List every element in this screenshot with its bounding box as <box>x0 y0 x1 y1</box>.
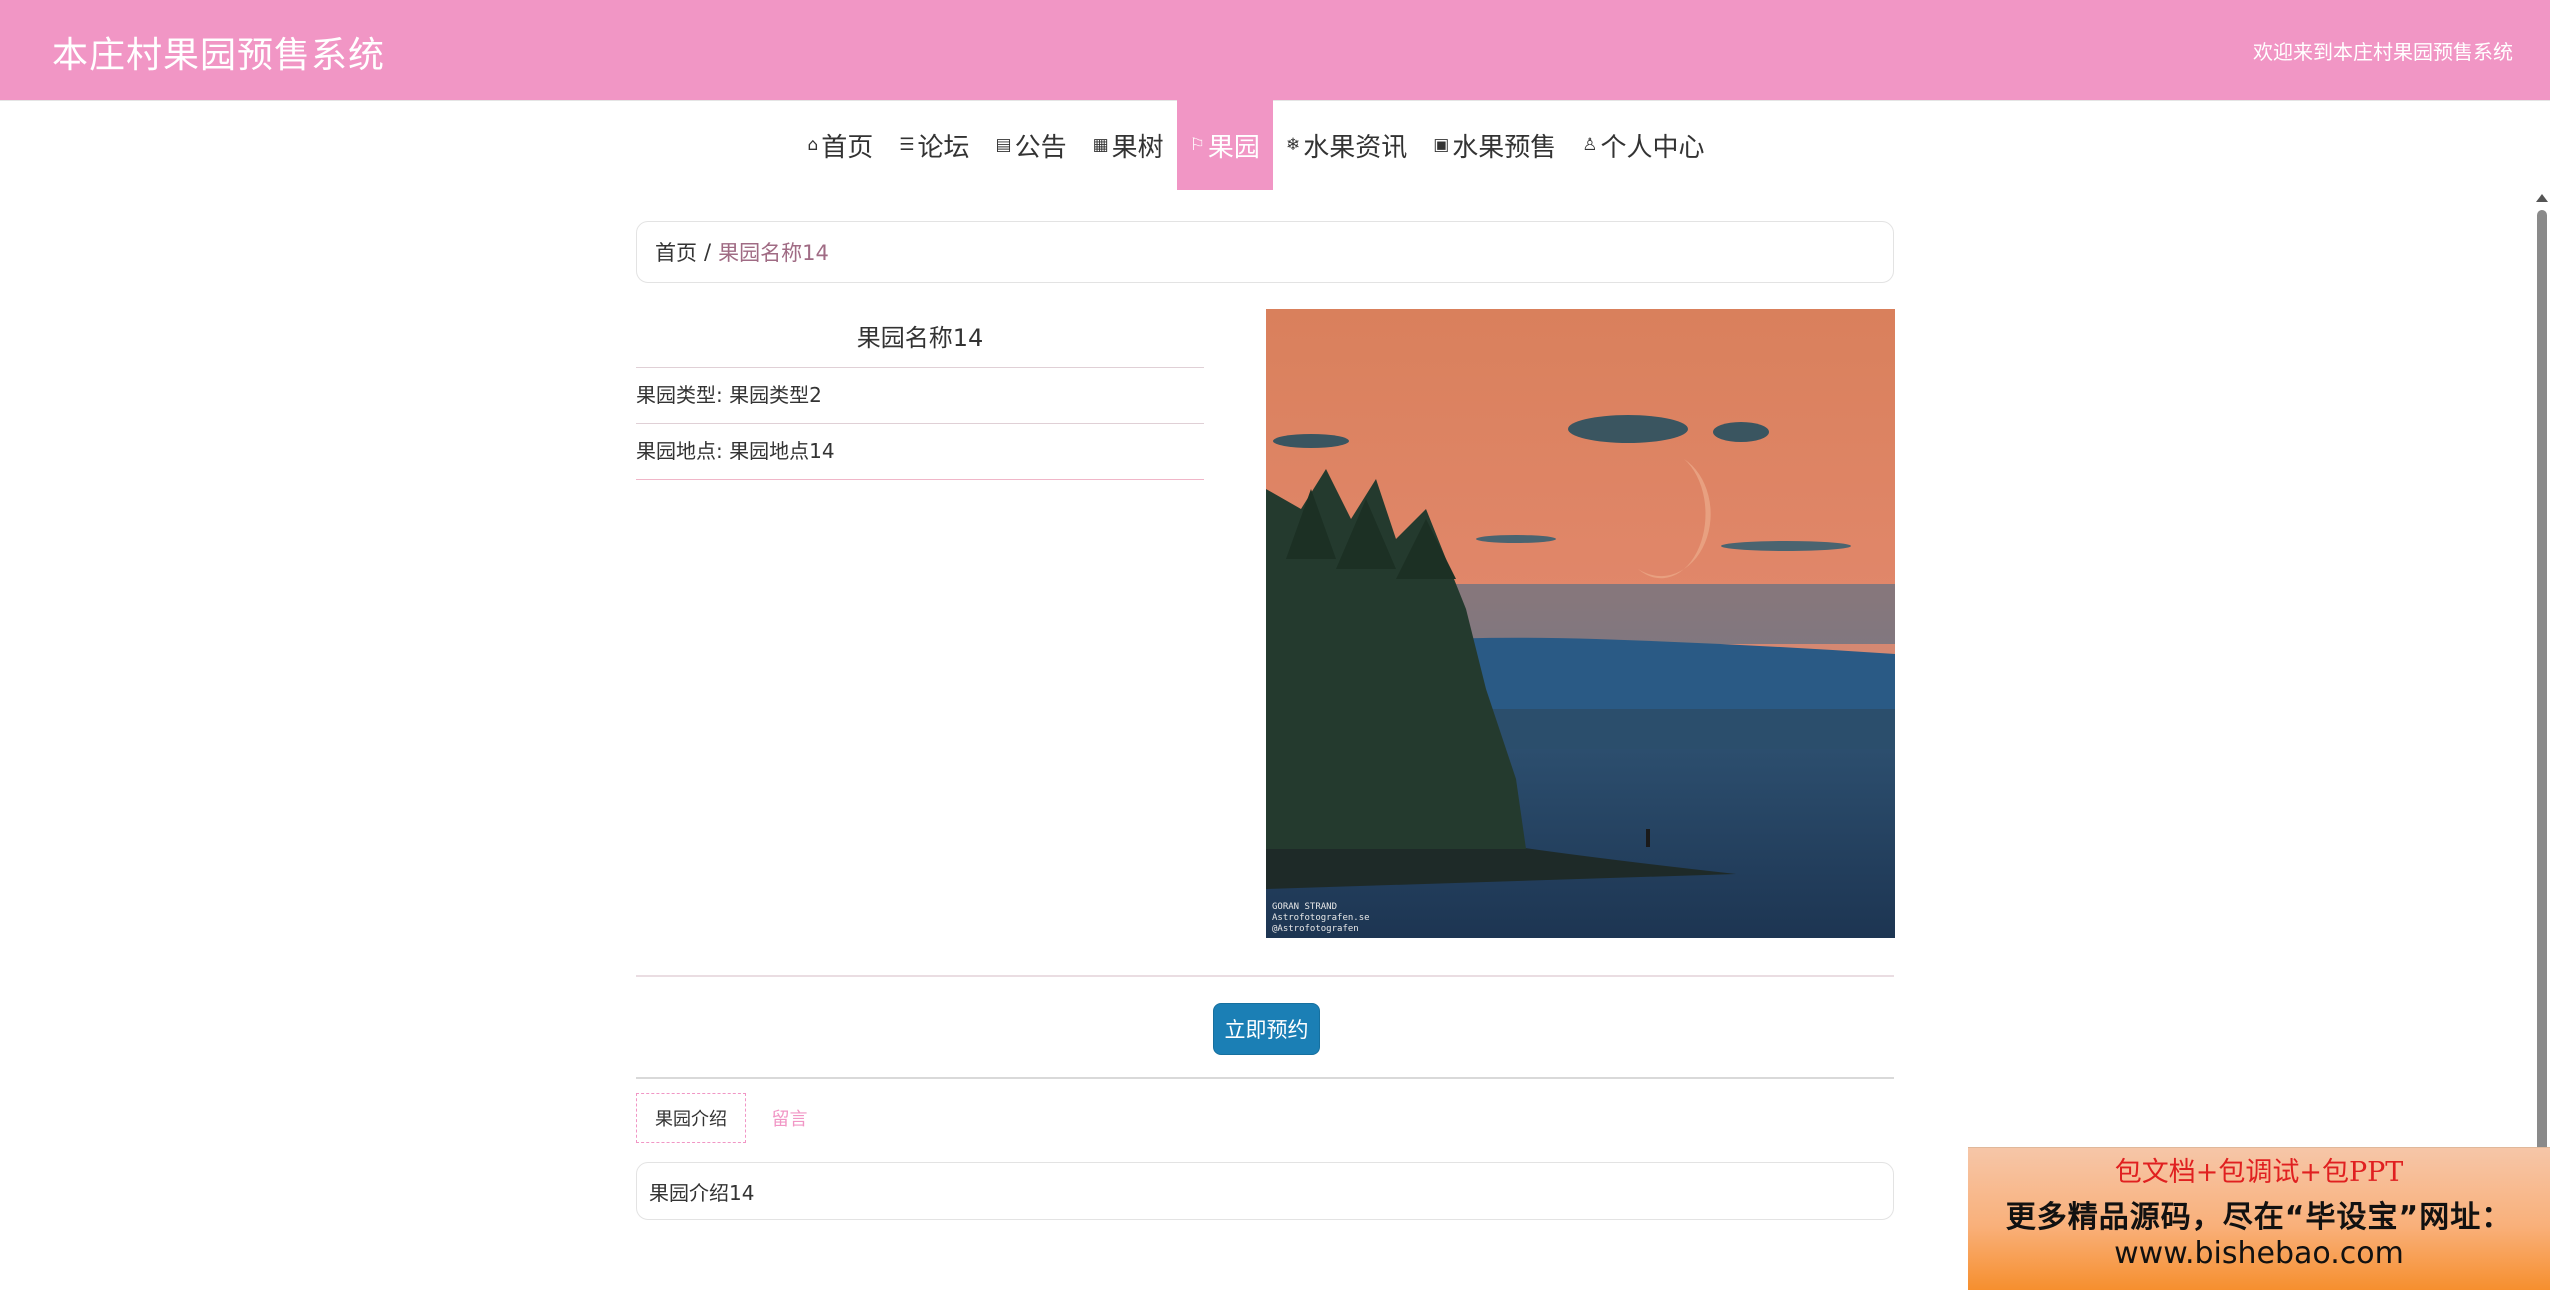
nav-item-forum[interactable]: ☰ 论坛 <box>886 100 982 190</box>
apps-icon: ▣ <box>1433 135 1450 155</box>
breadcrumb-separator: / <box>704 240 712 264</box>
nav-item-home[interactable]: ⌂ 首页 <box>794 100 886 190</box>
nav-item-label: 首页 <box>821 132 874 163</box>
scroll-thumb[interactable] <box>2537 210 2547 1290</box>
nav-item-notice[interactable]: ▤ 公告 <box>983 100 1080 190</box>
nav-item-label: 果树 <box>1111 132 1164 163</box>
user-icon: ♙ <box>1582 135 1598 155</box>
welcome-text: 欢迎来到本庄村果园预售系统 <box>2253 40 2513 64</box>
page-scrollbar[interactable] <box>2534 190 2550 1290</box>
breadcrumb: 首页 / 果园名称14 <box>636 221 1894 283</box>
nav-item-orchard[interactable]: ⚐ 果园 <box>1176 100 1273 190</box>
app-title: 本庄村果园预售系统 <box>52 35 386 76</box>
ad-line-1: 包文档+包调试+包PPT <box>2114 1157 2404 1188</box>
ad-line-2: 更多精品源码，尽在“毕设宝”网址： <box>2005 1200 2513 1235</box>
ad-banner[interactable]: 包文档+包调试+包PPT 更多精品源码，尽在“毕设宝”网址： www.bishe… <box>1968 1147 2550 1290</box>
main-nav: ⌂ 首页 ☰ 论坛 ▤ 公告 ▦ 果树 ⚐ 果园 ❄ 水果资讯 ▣ 水果预售 ♙ <box>0 100 2550 190</box>
orchard-location: 果园地点: 果园地点14 <box>636 424 1204 480</box>
nav-item-label: 果园 <box>1207 132 1260 163</box>
grid-icon: ▦ <box>1092 135 1109 155</box>
home-icon: ⌂ <box>807 135 819 155</box>
image-watermark-line2: Astrofotografen.se <box>1272 913 1370 923</box>
nav-item-fruit-presale[interactable]: ▣ 水果预售 <box>1420 100 1569 190</box>
layers-icon: ☰ <box>899 135 915 155</box>
image-watermark-line1: GORAN STRAND <box>1272 902 1337 912</box>
orchard-intro-content: 果园介绍14 <box>636 1162 1894 1220</box>
ad-url[interactable]: www.bishebao.com <box>1968 1236 2550 1271</box>
nav-item-personal-center[interactable]: ♙ 个人中心 <box>1569 100 1717 190</box>
flag-icon: ⚐ <box>1189 135 1205 155</box>
image-watermark-line3: @Astrofotografen <box>1272 924 1359 934</box>
snowflake-icon: ❄ <box>1285 135 1301 155</box>
nav-item-label: 论坛 <box>917 132 970 163</box>
breadcrumb-current: 果园名称14 <box>718 241 829 265</box>
nav-item-fruit-tree[interactable]: ▦ 果树 <box>1080 100 1177 190</box>
section-divider <box>636 1077 1894 1079</box>
nav-item-label: 水果资讯 <box>1303 132 1408 163</box>
nav-item-label: 公告 <box>1014 132 1067 163</box>
tab-orchard-intro[interactable]: 果园介绍 <box>636 1093 746 1143</box>
notice-icon: ▤ <box>995 135 1012 155</box>
top-header: 本庄村果园预售系统 欢迎来到本庄村果园预售系统 <box>0 0 2550 101</box>
orchard-detail-info: 果园名称14 果园类型: 果园类型2 果园地点: 果园地点14 <box>636 309 1204 480</box>
scroll-up-arrow-icon[interactable] <box>2536 194 2548 202</box>
nav-item-label: 个人中心 <box>1600 132 1705 163</box>
orchard-image: GORAN STRAND Astrofotografen.se @Astrofo… <box>1266 309 1895 938</box>
reserve-now-button[interactable]: 立即预约 <box>1213 1003 1320 1055</box>
tab-comment[interactable]: 留言 <box>752 1093 827 1143</box>
orchard-name: 果园名称14 <box>636 309 1204 368</box>
nav-item-fruit-news[interactable]: ❄ 水果资讯 <box>1273 100 1420 190</box>
nav-item-label: 水果预售 <box>1452 132 1557 163</box>
orchard-type: 果园类型: 果园类型2 <box>636 368 1204 424</box>
breadcrumb-home-link[interactable]: 首页 <box>655 237 697 267</box>
section-divider <box>636 975 1894 977</box>
